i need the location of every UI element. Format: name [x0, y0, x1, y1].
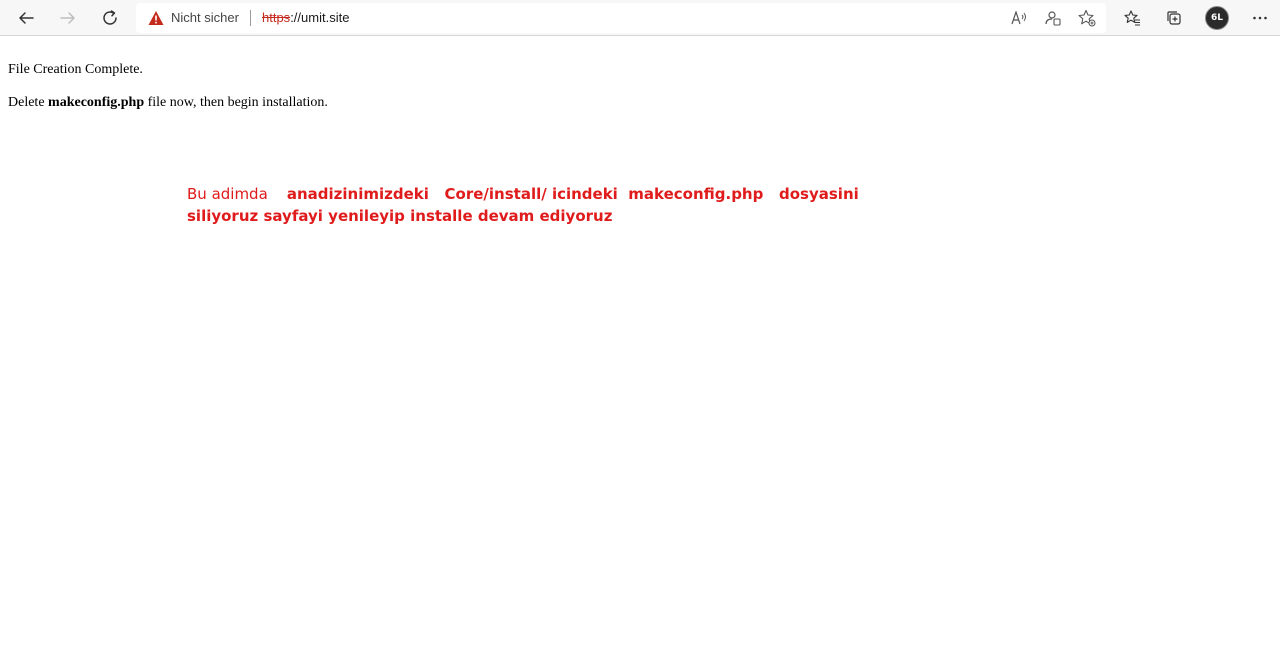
status-message: File Creation Complete. — [8, 62, 143, 77]
url-text[interactable]: https://umit.site — [262, 10, 349, 26]
page-content: File Creation Complete. Delete makeconfi… — [0, 37, 1280, 647]
favorites-icon — [1124, 10, 1140, 26]
instruction-prefix: Delete — [8, 95, 49, 110]
back-arrow-icon — [19, 12, 34, 24]
tracking-prevention-button[interactable] — [1044, 9, 1062, 27]
more-menu-button[interactable] — [1246, 4, 1274, 32]
add-favorite-button[interactable] — [1078, 9, 1096, 27]
browser-toolbar: Nicht sicher https://umit.site 6L — [0, 0, 1280, 36]
security-status-label[interactable]: Nicht sicher — [171, 10, 239, 26]
annotation-note: Bu adimda anadizinimizdeki Core/install/… — [187, 183, 887, 227]
tracking-prevention-icon — [1045, 11, 1061, 26]
annotation-prefix: Bu adimda — [187, 185, 268, 203]
favorites-button[interactable] — [1118, 4, 1146, 32]
annotation-bold-text: anadizinimizdeki Core/install/ icindeki … — [187, 185, 865, 225]
instruction-suffix: file now, then begin installation. — [144, 95, 328, 110]
instruction-message: Delete makeconfig.php file now, then beg… — [8, 95, 328, 111]
collections-icon — [1167, 11, 1181, 25]
collections-button[interactable] — [1160, 4, 1188, 32]
filename-bold: makeconfig.php — [48, 95, 145, 110]
warning-triangle-icon — [148, 11, 164, 25]
reload-button[interactable] — [96, 4, 124, 32]
address-bar[interactable]: Nicht sicher https://umit.site — [136, 3, 1106, 33]
address-separator — [250, 10, 251, 26]
read-aloud-icon — [1011, 11, 1026, 25]
url-host: ://umit.site — [290, 10, 350, 25]
forward-button[interactable] — [54, 4, 82, 32]
more-menu-icon — [1253, 16, 1267, 20]
forward-arrow-icon — [60, 12, 75, 24]
reload-icon — [103, 10, 117, 25]
profile-avatar[interactable]: 6L — [1205, 6, 1229, 30]
url-scheme: https — [262, 10, 291, 25]
read-aloud-button[interactable] — [1010, 9, 1028, 27]
add-favorite-icon — [1078, 9, 1096, 27]
back-button[interactable] — [12, 4, 40, 32]
